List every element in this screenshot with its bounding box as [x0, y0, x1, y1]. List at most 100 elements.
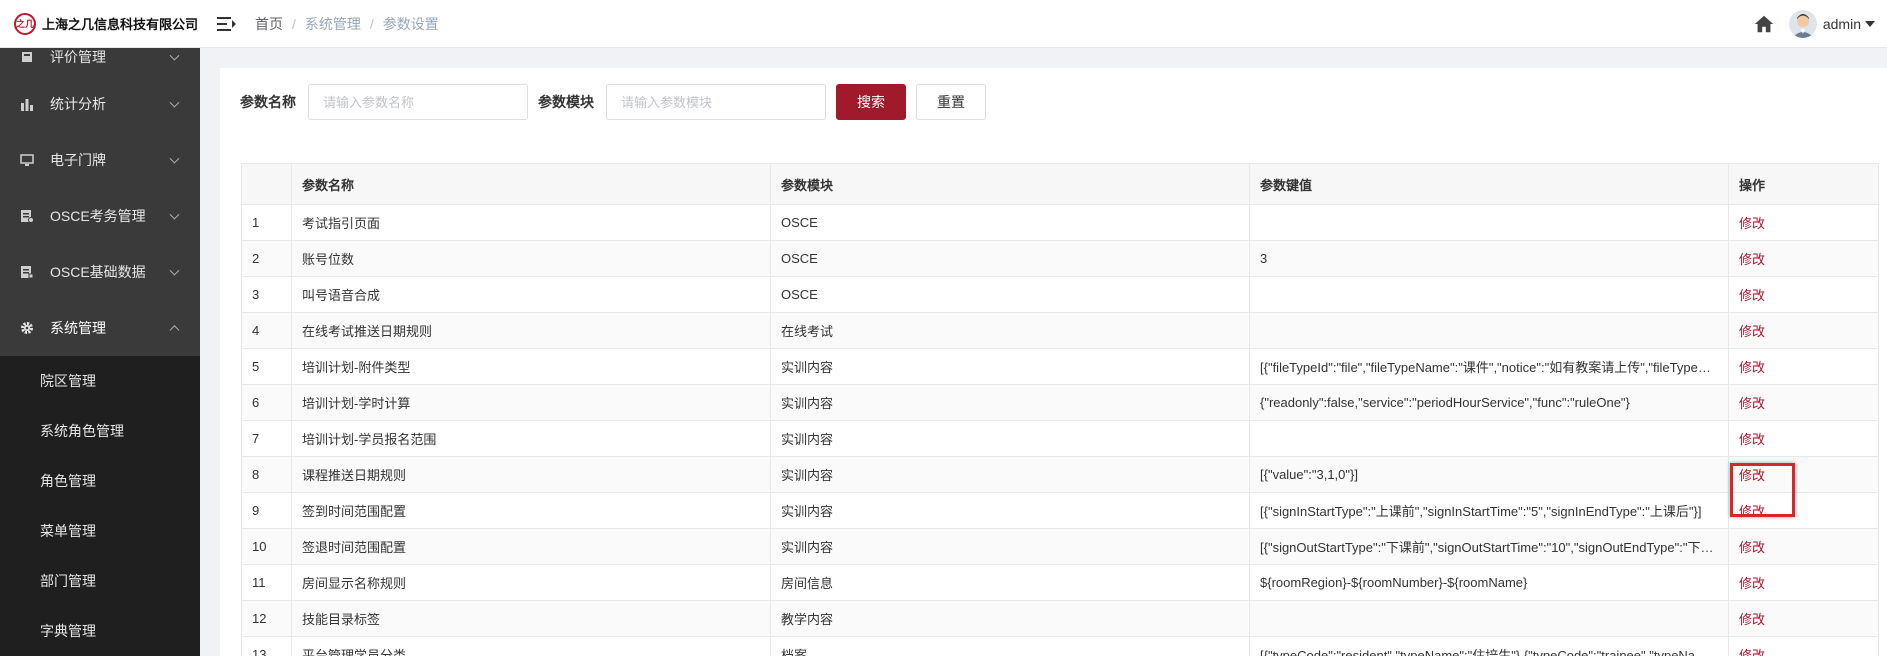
edit-link[interactable]: 修改: [1739, 360, 1765, 375]
column-header-module: 参数模块: [770, 163, 1250, 205]
edit-link[interactable]: 修改: [1739, 216, 1765, 231]
sidebar-item-label: 评价管理: [50, 49, 106, 65]
column-header-index: [241, 163, 292, 205]
sidebar-item-door-sign[interactable]: 电子门牌: [0, 132, 200, 188]
company-name: 上海之几信息科技有限公司: [42, 17, 199, 32]
sidebar-item-osce-data[interactable]: OSCE基础数据: [0, 244, 200, 300]
edit-link[interactable]: 修改: [1739, 468, 1765, 483]
cell-param-name: 签到时间范围配置: [291, 492, 771, 529]
database-icon: [20, 265, 34, 279]
company-logo[interactable]: 之几 上海之几信息科技有限公司: [0, 0, 200, 48]
home-icon[interactable]: [1753, 13, 1775, 35]
edit-link[interactable]: 修改: [1739, 648, 1765, 656]
cell-index: 13: [241, 636, 292, 656]
cell-index: 6: [241, 384, 292, 421]
submenu-item-menu[interactable]: 菜单管理: [0, 506, 200, 556]
param-module-input[interactable]: [606, 84, 826, 120]
main-content: 参数名称 参数模块 搜索 重置 参数名称 参数模块 参数键值 操作: [200, 48, 1887, 656]
bar-chart-icon: [20, 97, 34, 111]
search-button[interactable]: 搜索: [836, 84, 906, 120]
cell-actions: 修改: [1728, 276, 1879, 313]
cell-index: 8: [241, 456, 292, 493]
cell-param-name: 培训计划-学员报名范围: [291, 420, 771, 457]
submenu-item-campus[interactable]: 院区管理: [0, 356, 200, 406]
edit-link[interactable]: 修改: [1739, 252, 1765, 267]
cell-actions: 修改: [1728, 312, 1879, 349]
chevron-down-icon: [169, 153, 180, 164]
cell-param-value: [1249, 204, 1729, 241]
cell-param-module: 教学内容: [770, 600, 1250, 637]
caret-down-icon[interactable]: [1865, 20, 1875, 27]
menu-toggle-icon[interactable]: [217, 14, 237, 34]
cell-param-name: 培训计划-附件类型: [291, 348, 771, 385]
table-row: 4 在线考试推送日期规则 在线考试 修改: [241, 312, 1879, 349]
edit-link[interactable]: 修改: [1739, 288, 1765, 303]
table-row: 6 培训计划-学时计算 实训内容 {"readonly":false,"service…: [241, 384, 1879, 421]
user-name[interactable]: admin: [1823, 16, 1861, 32]
table-row: 9 签到时间范围配置 实训内容 [{"signInStartType":"上课前","…: [241, 492, 1879, 529]
param-module-label: 参数模块: [538, 94, 594, 110]
table-row: 7 培训计划-学员报名范围 实训内容 修改: [241, 420, 1879, 457]
edit-link[interactable]: 修改: [1739, 324, 1765, 339]
cell-actions: 修改: [1728, 420, 1879, 457]
sidebar-item-evaluation[interactable]: 评价管理: [0, 48, 200, 76]
cell-actions: 修改: [1728, 528, 1879, 565]
sidebar-item-system[interactable]: 系统管理: [0, 300, 200, 356]
chevron-down-icon: [169, 97, 180, 108]
sidebar: 评价管理 统计分析 电子门牌 OSCE考务管理 OSCE基础数据 系统管理 院区…: [0, 48, 200, 656]
param-name-input[interactable]: [308, 84, 528, 120]
cell-param-value: [1249, 312, 1729, 349]
chevron-down-icon: [169, 50, 180, 61]
avatar[interactable]: [1788, 9, 1817, 38]
cell-param-module: 实训内容: [770, 456, 1250, 493]
table-row: 12 技能目录标签 教学内容 修改: [241, 600, 1879, 637]
submenu-item-dictionary[interactable]: 字典管理: [0, 606, 200, 656]
cell-actions: 修改: [1728, 600, 1879, 637]
cell-param-value: [{"fileTypeId":"file","fileTypeName":"课件…: [1249, 348, 1729, 385]
sidebar-item-label: 电子门牌: [50, 152, 106, 168]
cell-index: 7: [241, 420, 292, 457]
sidebar-item-label: OSCE考务管理: [50, 208, 146, 224]
breadcrumb-home[interactable]: 首页: [255, 14, 283, 34]
cell-index: 9: [241, 492, 292, 529]
cell-index: 10: [241, 528, 292, 565]
cell-param-module: 房间信息: [770, 564, 1250, 601]
chevron-down-icon: [169, 209, 180, 220]
cell-param-module: 档案: [770, 636, 1250, 656]
cell-actions: 修改: [1728, 456, 1879, 493]
edit-link[interactable]: 修改: [1739, 504, 1765, 519]
cell-actions: 修改: [1728, 492, 1879, 529]
reset-button[interactable]: 重置: [916, 84, 986, 120]
table-row: 3 叫号语音合成 OSCE 修改: [241, 276, 1879, 313]
cell-index: 5: [241, 348, 292, 385]
cell-param-value: ${roomRegion}-${roomNumber}-${roomName}: [1249, 564, 1729, 601]
cell-param-name: 考试指引页面: [291, 204, 771, 241]
params-table: 参数名称 参数模块 参数键值 操作 1 考试指引页面 OSCE 修改 2 账号位数 OSCE…: [241, 163, 1879, 656]
submenu-item-department[interactable]: 部门管理: [0, 556, 200, 606]
submenu-item-role[interactable]: 角色管理: [0, 456, 200, 506]
cell-index: 4: [241, 312, 292, 349]
edit-link[interactable]: 修改: [1739, 576, 1765, 591]
cell-actions: 修改: [1728, 204, 1879, 241]
sidebar-item-osce-exam[interactable]: OSCE考务管理: [0, 188, 200, 244]
cell-index: 12: [241, 600, 292, 637]
sidebar-item-label: 统计分析: [50, 96, 106, 112]
cell-actions: 修改: [1728, 240, 1879, 277]
cell-param-value: {"readonly":false,"service":"periodHourS…: [1249, 384, 1729, 421]
cell-param-name: 技能目录标签: [291, 600, 771, 637]
cell-param-name: 培训计划-学时计算: [291, 384, 771, 421]
table-row: 5 培训计划-附件类型 实训内容 [{"fileTypeId":"file","fil…: [241, 348, 1879, 385]
sidebar-item-label: 系统管理: [50, 320, 106, 336]
system-submenu: 院区管理 系统角色管理 角色管理 菜单管理 部门管理 字典管理: [0, 356, 200, 656]
edit-link[interactable]: 修改: [1739, 396, 1765, 411]
cell-param-module: 实训内容: [770, 528, 1250, 565]
breadcrumb-system[interactable]: 系统管理: [305, 14, 361, 34]
submenu-item-system-role[interactable]: 系统角色管理: [0, 406, 200, 456]
sidebar-item-statistics[interactable]: 统计分析: [0, 76, 200, 132]
edit-link[interactable]: 修改: [1739, 432, 1765, 447]
chevron-up-icon: [169, 325, 180, 336]
edit-link[interactable]: 修改: [1739, 612, 1765, 627]
edit-link[interactable]: 修改: [1739, 540, 1765, 555]
cell-param-name: 叫号语音合成: [291, 276, 771, 313]
monitor-icon: [20, 153, 34, 167]
